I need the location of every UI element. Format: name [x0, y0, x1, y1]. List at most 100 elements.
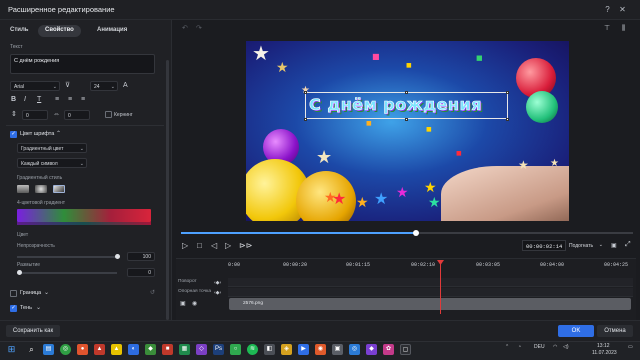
- volume-icon[interactable]: ◁): [563, 344, 569, 350]
- cancel-button[interactable]: Отмена: [597, 325, 633, 337]
- text-input[interactable]: С днём рождения: [10, 54, 155, 74]
- track-anchor[interactable]: [228, 288, 633, 297]
- kerning-checkbox[interactable]: [105, 111, 112, 118]
- app-icon[interactable]: ▦: [179, 344, 190, 355]
- app-icon[interactable]: ▲: [94, 344, 105, 355]
- resize-handle[interactable]: [405, 91, 408, 94]
- tab-animation[interactable]: Анимация: [90, 25, 134, 37]
- resize-handle[interactable]: [506, 118, 509, 121]
- notifications-icon[interactable]: ▭: [628, 344, 633, 350]
- fast-forward-icon[interactable]: ⊳⊳: [239, 241, 252, 250]
- opacity-input[interactable]: 100: [127, 252, 155, 261]
- app-icon[interactable]: ◐: [128, 344, 139, 355]
- visibility-icon[interactable]: ◉: [192, 300, 197, 308]
- app-icon[interactable]: ◧: [264, 344, 275, 355]
- timeline-clip[interactable]: 2576.png: [229, 298, 631, 310]
- language-indicator[interactable]: DEU: [534, 344, 545, 350]
- undo-icon[interactable]: ↶: [182, 25, 188, 33]
- gradient-editor[interactable]: [17, 209, 151, 222]
- blur-input[interactable]: 0: [127, 268, 155, 277]
- tab-properties[interactable]: Свойство: [38, 25, 81, 37]
- blur-slider-knob[interactable]: [17, 270, 22, 275]
- resize-handle[interactable]: [405, 118, 408, 121]
- clock-date[interactable]: 11.07.2023: [592, 350, 617, 356]
- play-icon[interactable]: ▷: [182, 241, 188, 250]
- previous-frame-icon[interactable]: ◁: [211, 241, 217, 250]
- reset-icon[interactable]: ↺: [150, 289, 155, 297]
- align-menu-icon[interactable]: ⫼: [622, 25, 625, 33]
- font-size-dropdown[interactable]: 24 ⌄: [90, 81, 118, 91]
- app-icon[interactable]: ◇: [196, 344, 207, 355]
- line-spacing-input[interactable]: 0: [22, 110, 48, 120]
- text-format-icon[interactable]: ⊤: [604, 25, 610, 33]
- app-icon[interactable]: ◆: [366, 344, 377, 355]
- resize-handle[interactable]: [304, 91, 307, 94]
- clock-time[interactable]: 13:12: [597, 343, 610, 349]
- align-center-icon[interactable]: ≡: [68, 96, 72, 104]
- border-checkbox[interactable]: [10, 290, 17, 297]
- app-icon[interactable]: ○: [230, 344, 241, 355]
- gradient-radial-swatch[interactable]: [35, 185, 47, 193]
- timeline-playhead[interactable]: [440, 262, 441, 314]
- keyframe-nav-icon[interactable]: ‹◆›: [214, 279, 221, 287]
- snapshot-icon[interactable]: ▣: [611, 242, 617, 250]
- app-icon[interactable]: ▲: [111, 344, 122, 355]
- track-rotation[interactable]: [228, 278, 633, 287]
- resize-handle[interactable]: [506, 91, 509, 94]
- file-explorer-icon[interactable]: ▤: [43, 344, 54, 355]
- app-icon[interactable]: ▢: [400, 344, 411, 355]
- app-icon[interactable]: ■: [162, 344, 173, 355]
- app-icon[interactable]: ▣: [332, 344, 343, 355]
- shadow-checkbox[interactable]: ✓: [10, 305, 17, 312]
- chevron-down-icon[interactable]: ⌄: [36, 304, 41, 312]
- windows-start-icon[interactable]: ⊞: [6, 344, 17, 355]
- search-icon[interactable]: ⌕: [26, 344, 37, 355]
- char-spacing-icon[interactable]: ⇔: [53, 111, 60, 119]
- next-frame-icon[interactable]: ▷: [225, 241, 231, 250]
- network-icon[interactable]: ◔: [518, 344, 521, 350]
- app-icon[interactable]: ◆: [145, 344, 156, 355]
- chevron-down-icon[interactable]: ⌄: [44, 289, 49, 297]
- photoshop-icon[interactable]: Ps: [213, 344, 224, 355]
- tab-style[interactable]: Стиль: [3, 25, 35, 37]
- wifi-icon[interactable]: ◠: [553, 344, 557, 350]
- stop-icon[interactable]: □: [197, 241, 202, 250]
- font-dropdown[interactable]: Arial ⌄: [10, 81, 60, 91]
- blur-slider[interactable]: [17, 272, 117, 274]
- app-icon[interactable]: ◈: [281, 344, 292, 355]
- bold-icon[interactable]: B: [11, 96, 16, 104]
- opacity-slider-knob[interactable]: [115, 254, 120, 259]
- save-as-button[interactable]: Сохранить как: [6, 325, 60, 337]
- keyframe-nav-icon[interactable]: ‹◆›: [214, 289, 221, 297]
- app-icon[interactable]: ✿: [383, 344, 394, 355]
- char-spacing-input[interactable]: 0: [64, 110, 90, 120]
- tray-chevron-icon[interactable]: ⌃: [505, 344, 509, 350]
- app-icon[interactable]: ●: [77, 344, 88, 355]
- align-right-icon[interactable]: ≡: [81, 96, 85, 104]
- underline-icon[interactable]: T: [37, 96, 41, 104]
- gradient-linear-swatch[interactable]: [17, 185, 29, 193]
- font-color-checkbox[interactable]: ✓: [10, 131, 17, 138]
- fill-type-dropdown[interactable]: Градиентный цвет ⌄: [17, 143, 87, 153]
- line-spacing-icon[interactable]: ⇕: [11, 111, 17, 119]
- app-icon[interactable]: ◉: [315, 344, 326, 355]
- italic-icon[interactable]: I: [24, 96, 26, 104]
- ok-button[interactable]: OK: [558, 325, 594, 337]
- panel-scrollbar[interactable]: [166, 60, 169, 320]
- gradient-stops-bar[interactable]: [17, 222, 151, 225]
- spotify-icon[interactable]: ≋: [247, 344, 258, 355]
- fullscreen-icon[interactable]: ⤢: [625, 241, 631, 249]
- resize-handle[interactable]: [304, 118, 307, 121]
- text-color-icon[interactable]: A: [123, 82, 128, 90]
- chrome-icon[interactable]: ◎: [60, 344, 71, 355]
- playback-progress-bar[interactable]: [181, 230, 633, 236]
- fit-dropdown[interactable]: Подогнать ⌄: [567, 240, 605, 251]
- video-editor-icon[interactable]: ▶: [298, 344, 309, 355]
- align-left-icon[interactable]: ≡: [55, 96, 59, 104]
- playback-progress-knob[interactable]: [413, 230, 420, 236]
- help-icon[interactable]: ?: [602, 4, 613, 15]
- video-preview-canvas[interactable]: ★ ★ ★ ★ ★ ★ ★ ★ ★ ★ ★ ★ ★ ■ ■ ■ ■ ■ ■: [246, 41, 569, 221]
- close-icon[interactable]: ✕: [617, 4, 628, 15]
- filter-icon[interactable]: ⊽: [65, 82, 70, 90]
- chevron-up-icon[interactable]: ⌃: [56, 130, 61, 138]
